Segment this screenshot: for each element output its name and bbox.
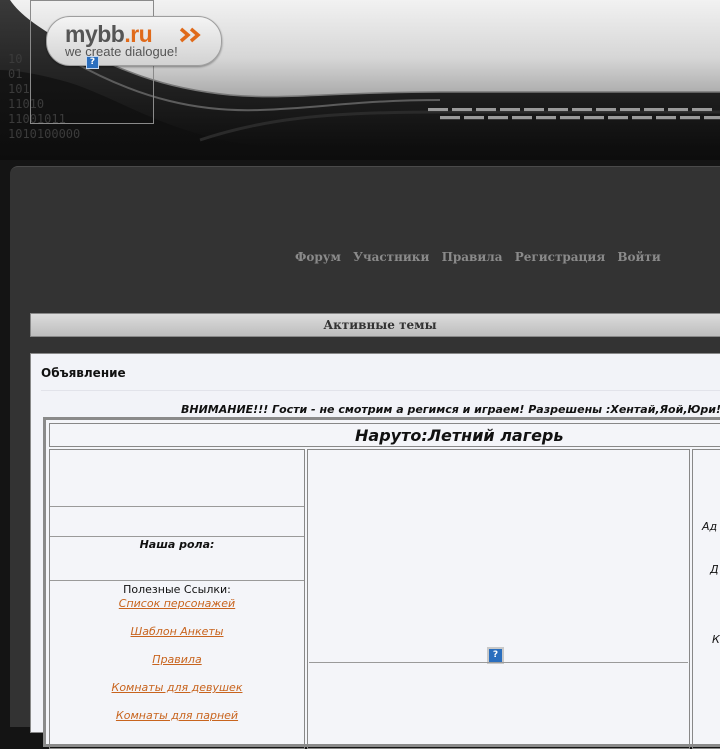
announcement-block: Объявление ВНИМАНИЕ!!! Гости - не смотри… — [30, 353, 720, 749]
announcement-table: Наруто:Летний лагерь Наша рола: Полезные… — [43, 417, 720, 749]
broken-image: ? — [487, 642, 504, 664]
question-icon[interactable]: ? — [86, 56, 99, 69]
link-boys-rooms[interactable]: Комнаты для парней — [50, 709, 304, 722]
nav-forum[interactable]: Форум — [295, 250, 341, 264]
logo-tagline: we create dialogue! — [65, 44, 178, 59]
link-girls-rooms[interactable]: Комнаты для девушек — [50, 681, 304, 694]
right-column: Ад Д К — [692, 449, 720, 749]
nav-login[interactable]: Войти — [617, 250, 660, 264]
title-row: Наруто:Летний лагерь — [49, 423, 720, 447]
nav-members[interactable]: Участники — [353, 250, 429, 264]
warning-text: ВНИМАНИЕ!!! Гости - не смотрим а регимся… — [181, 403, 720, 416]
site-title: Наруто:Летний лагерь — [355, 426, 564, 445]
active-topics-bar[interactable]: Активные темы — [30, 313, 720, 337]
link-rules[interactable]: Правила — [50, 653, 304, 666]
divider — [50, 536, 304, 537]
useful-links-label: Полезные Ссылки: — [123, 583, 231, 596]
header-vents — [428, 97, 720, 120]
link-character-list[interactable]: Список персонажей — [50, 597, 304, 610]
our-role-label: Наша рола: — [139, 538, 215, 551]
double-chevron-icon — [179, 27, 201, 43]
divider — [309, 662, 688, 663]
nav-rules[interactable]: Правила — [442, 250, 503, 264]
site-header: 10 01 101 11010 11001011 1010100000 mybb… — [0, 0, 720, 160]
right-text: Ад — [702, 520, 718, 533]
divider — [50, 580, 304, 581]
link-profile-template[interactable]: Шаблон Анкеты — [50, 625, 304, 638]
main-nav: Форум Участники Правила Регистрация Войт… — [295, 250, 669, 264]
announcement-title: Объявление — [41, 366, 126, 380]
left-column: Наша рола: Полезные Ссылки: Список персо… — [49, 449, 305, 749]
divider — [41, 390, 720, 391]
divider — [50, 506, 304, 507]
mybb-logo[interactable]: mybb.ru we create dialogue! — [46, 16, 222, 66]
middle-column: ? — [307, 449, 690, 749]
right-text: Д — [710, 563, 719, 576]
nav-register[interactable]: Регистрация — [515, 250, 605, 264]
right-text: К — [712, 633, 720, 646]
